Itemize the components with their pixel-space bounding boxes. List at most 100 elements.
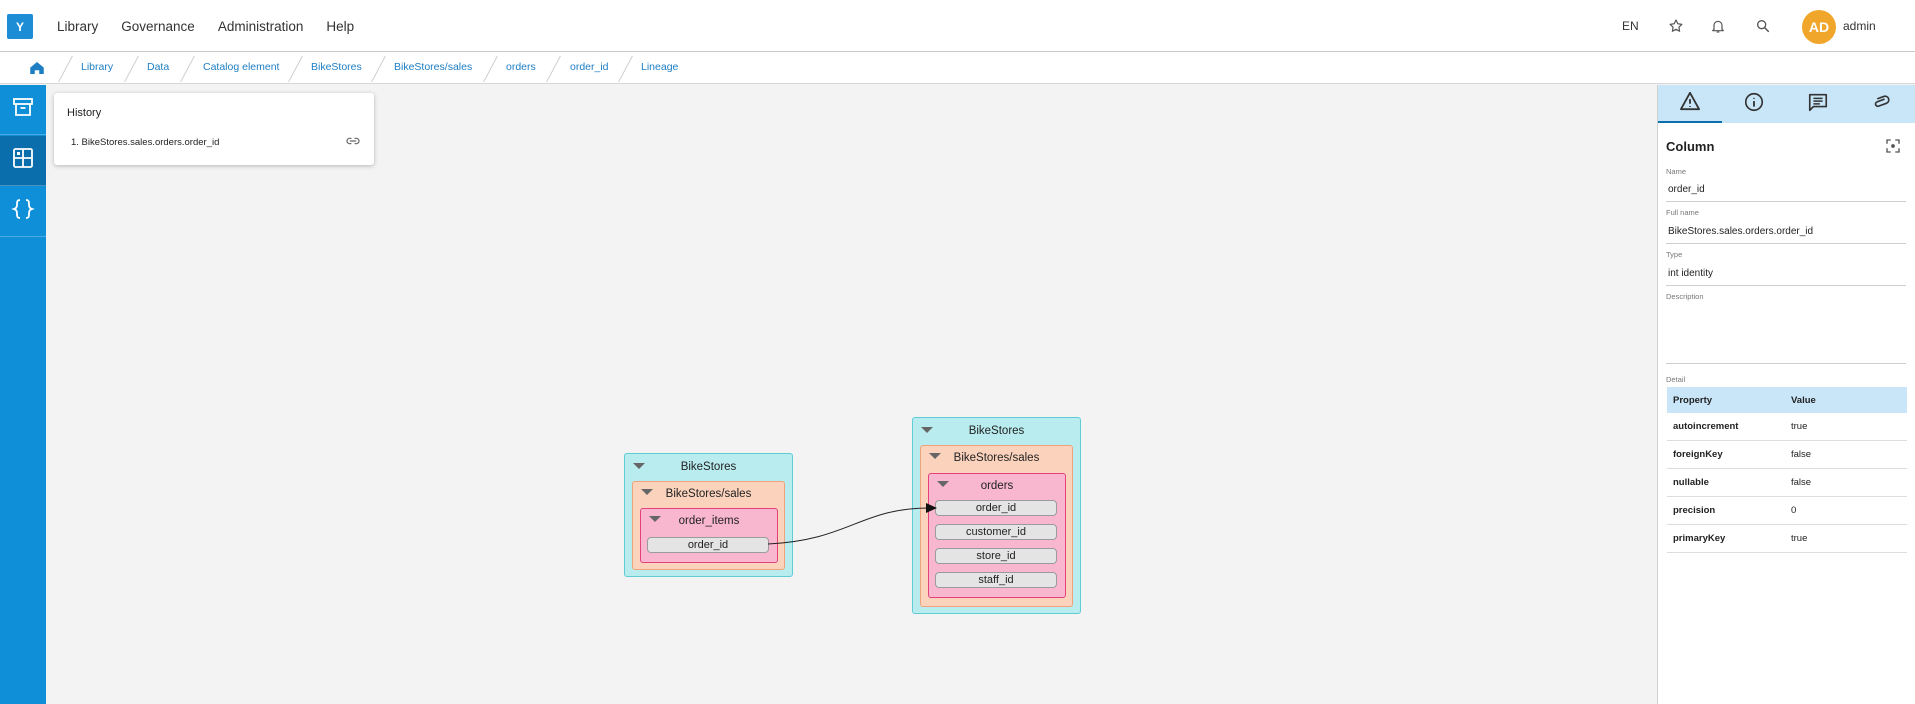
menu-governance[interactable]: Governance [121, 19, 195, 34]
target-table-title: orders [980, 480, 1014, 492]
fullscreen-icon[interactable] [1884, 137, 1902, 155]
breadcrumb: Library Data Catalog element BikeStores … [0, 52, 1915, 84]
breadcrumb-separator [371, 56, 386, 82]
sidebar-dashboard-button[interactable] [0, 136, 46, 186]
divider [1666, 285, 1906, 286]
menu-help[interactable]: Help [326, 19, 354, 34]
table-row[interactable]: primaryKey true [1667, 525, 1907, 553]
source-schema-node[interactable]: BikeStores/sales order_items order_id [632, 481, 785, 570]
tab-attachments[interactable] [1850, 85, 1914, 123]
breadcrumb-separator [124, 56, 139, 82]
value-cell: true [1791, 421, 1808, 432]
sidebar-archive-button[interactable] [0, 85, 46, 135]
tab-comments[interactable] [1786, 85, 1850, 123]
value-cell: false [1791, 449, 1812, 460]
property-cell: primaryKey [1673, 533, 1726, 544]
name-label: Name [1666, 167, 1687, 176]
breadcrumb-bikestores[interactable]: BikeStores [311, 61, 362, 73]
left-sidebar [0, 85, 46, 704]
breadcrumb-library[interactable]: Library [81, 61, 113, 73]
target-column-customer-id[interactable]: customer_id [935, 524, 1057, 540]
source-table-node[interactable]: order_items order_id [640, 508, 778, 563]
source-table-title: order_items [678, 515, 740, 527]
source-column-order-id[interactable]: order_id [647, 537, 769, 553]
search-icon[interactable] [1751, 14, 1775, 38]
target-database-node[interactable]: BikeStores BikeStores/sales orders order… [912, 417, 1081, 614]
main-menu: Library Governance Administration Help [57, 0, 377, 52]
menu-administration[interactable]: Administration [218, 19, 304, 34]
property-cell: foreignKey [1673, 449, 1723, 460]
history-panel: History 1. BikeStores.sales.orders.order… [54, 93, 374, 165]
detail-table-header: Property Value [1667, 387, 1907, 413]
value-cell: false [1791, 477, 1812, 488]
target-column-staff-id[interactable]: staff_id [935, 572, 1057, 588]
target-schema-title: BikeStores/sales [953, 452, 1040, 464]
user-name[interactable]: admin [1843, 19, 1876, 33]
column-header-value[interactable]: Value [1787, 395, 1907, 406]
attachment-icon [1871, 91, 1893, 118]
link-icon[interactable] [345, 133, 361, 149]
menu-library[interactable]: Library [57, 19, 98, 34]
breadcrumb-order-id[interactable]: order_id [570, 61, 609, 73]
breadcrumb-separator [58, 56, 73, 82]
breadcrumb-lineage[interactable]: Lineage [641, 61, 678, 73]
name-value[interactable]: order_id [1668, 184, 1705, 195]
property-cell: nullable [1673, 477, 1709, 488]
breadcrumb-bikestores-sales[interactable]: BikeStores/sales [394, 61, 472, 73]
type-label: Type [1666, 250, 1683, 259]
home-icon[interactable] [28, 59, 46, 77]
fullname-value[interactable]: BikeStores.sales.orders.order_id [1668, 226, 1813, 237]
info-icon [1743, 91, 1765, 118]
breadcrumb-separator [546, 56, 561, 82]
property-cell: precision [1673, 505, 1716, 516]
breadcrumb-separator [618, 56, 633, 82]
target-column-store-id[interactable]: store_id [935, 548, 1057, 564]
target-database-title: BikeStores [968, 425, 1025, 437]
history-item[interactable]: 1. BikeStores.sales.orders.order_id [71, 137, 219, 148]
warning-icon [1679, 91, 1701, 116]
value-cell: true [1791, 533, 1808, 544]
source-database-title: BikeStores [680, 461, 737, 473]
breadcrumb-data[interactable]: Data [147, 61, 169, 73]
bell-icon[interactable] [1706, 14, 1730, 38]
history-title: History [67, 107, 102, 119]
breadcrumb-orders[interactable]: orders [506, 61, 536, 73]
table-row[interactable]: nullable false [1667, 469, 1907, 497]
divider [1666, 243, 1906, 244]
tab-info[interactable] [1722, 85, 1786, 123]
language-selector[interactable]: EN [1622, 19, 1639, 33]
panel-title: Column [1666, 139, 1715, 154]
table-row[interactable]: precision 0 [1667, 497, 1907, 525]
table-row[interactable]: autoincrement true [1667, 413, 1907, 441]
column-header-property[interactable]: Property [1667, 395, 1787, 406]
table-row[interactable]: foreignKey false [1667, 441, 1907, 469]
breadcrumb-separator [288, 56, 303, 82]
app-logo[interactable]: Y [7, 14, 33, 39]
fullname-label: Full name [1666, 208, 1699, 217]
breadcrumb-separator [483, 56, 498, 82]
breadcrumb-catalog-element[interactable]: Catalog element [203, 61, 279, 73]
description-label: Description [1666, 292, 1704, 301]
target-schema-node[interactable]: BikeStores/sales orders order_id custome… [920, 445, 1073, 607]
comment-icon [1807, 91, 1829, 118]
target-table-node[interactable]: orders order_id customer_id store_id sta… [928, 473, 1066, 598]
dashboard-icon [11, 146, 35, 175]
divider [1666, 201, 1906, 202]
archive-icon [11, 95, 35, 124]
target-column-order-id[interactable]: order_id [935, 500, 1057, 516]
braces-icon [11, 197, 35, 226]
star-icon[interactable] [1664, 14, 1688, 38]
divider [1666, 363, 1906, 364]
source-database-node[interactable]: BikeStores BikeStores/sales order_items … [624, 453, 793, 577]
avatar[interactable]: AD [1802, 10, 1836, 44]
detail-label: Detail [1666, 375, 1686, 384]
tab-quality[interactable] [1658, 85, 1722, 123]
sidebar-code-button[interactable] [0, 187, 46, 237]
source-schema-title: BikeStores/sales [665, 488, 752, 500]
details-tabs [1658, 85, 1915, 123]
top-bar: Y Library Governance Administration Help… [0, 0, 1915, 52]
breadcrumb-separator [180, 56, 195, 82]
type-value[interactable]: int identity [1668, 268, 1713, 279]
detail-table: Property Value autoincrement true foreig… [1667, 387, 1907, 553]
property-cell: autoincrement [1673, 421, 1739, 432]
